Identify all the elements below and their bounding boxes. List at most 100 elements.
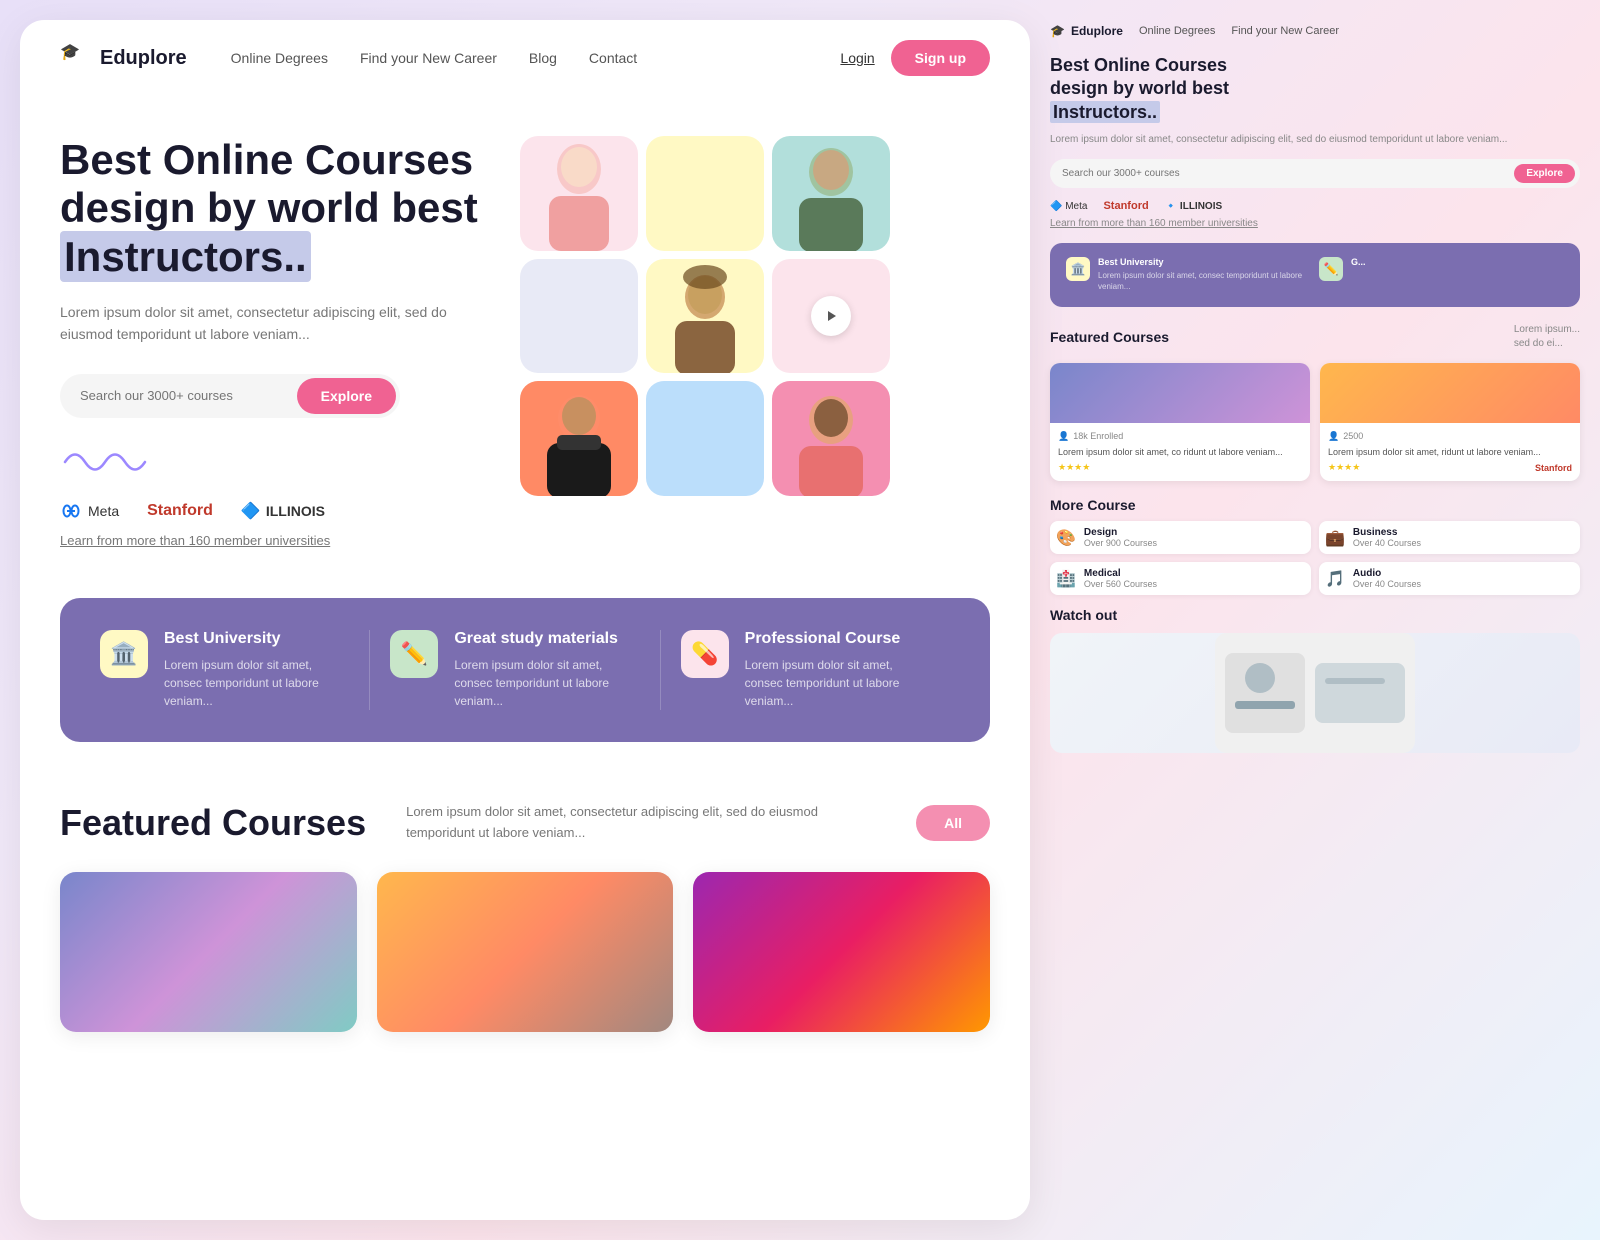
category-design[interactable]: 🎨 Design Over 900 Courses — [1050, 521, 1311, 554]
category-audio-text: Audio Over 40 Courses — [1353, 568, 1421, 589]
main-content: 🎓 Eduplore Online Degrees Find your New … — [20, 20, 1030, 1220]
sidebar-logo: 🎓 Eduplore — [1050, 24, 1123, 38]
signup-button[interactable]: Sign up — [891, 40, 990, 76]
nav-new-career[interactable]: Find your New Career — [360, 50, 497, 66]
sidebar-feature-study-icon: ✏️ — [1319, 257, 1343, 281]
nav-blog[interactable]: Blog — [529, 50, 557, 66]
category-business-text: Business Over 40 Courses — [1353, 527, 1421, 548]
sidebar-featured-desc: Lorem ipsum...sed do ei... — [1514, 323, 1580, 351]
feature-university-title: Best University — [164, 630, 349, 648]
search-input[interactable] — [80, 388, 297, 403]
wave-decoration — [60, 442, 480, 477]
featured-title: Featured Courses — [60, 802, 366, 844]
category-audio[interactable]: 🎵 Audio Over 40 Courses — [1319, 562, 1580, 595]
grid-cell-2 — [646, 136, 764, 251]
sidebar-featured-header: Featured Courses Lorem ipsum...sed do ei… — [1050, 323, 1580, 351]
feature-study-desc: Lorem ipsum dolor sit amet, consec tempo… — [454, 656, 639, 710]
watch-out-title: Watch out — [1050, 607, 1580, 623]
category-business[interactable]: 💼 Business Over 40 Courses — [1319, 521, 1580, 554]
feature-study: ✏️ Great study materials Lorem ipsum dol… — [370, 630, 660, 710]
category-business-name: Business — [1353, 527, 1421, 538]
sidebar-card-2-desc: Lorem ipsum dolor sit amet, ridunt ut la… — [1328, 446, 1572, 459]
nav-online-degrees[interactable]: Online Degrees — [231, 50, 328, 66]
hero-right — [520, 136, 890, 496]
category-business-count: Over 40 Courses — [1353, 538, 1421, 548]
feature-university-desc: Lorem ipsum dolor sit amet, consec tempo… — [164, 656, 349, 710]
sidebar-card-2-image — [1320, 363, 1580, 423]
feature-university: 🏛️ Best University Lorem ipsum dolor sit… — [100, 630, 370, 710]
sidebar-featured-title: Featured Courses — [1050, 329, 1169, 345]
sidebar-feature-study: ✏️ G... — [1319, 257, 1564, 292]
sidebar-search-input[interactable] — [1062, 168, 1514, 179]
sidebar-card-2-stars: ★★★★ — [1328, 462, 1360, 473]
sidebar-hero-desc: Lorem ipsum dolor sit amet, consectetur … — [1050, 132, 1580, 147]
feature-professional: 💊 Professional Course Lorem ipsum dolor … — [661, 630, 950, 710]
course-card-3-image — [693, 872, 990, 1032]
category-design-count: Over 900 Courses — [1084, 538, 1157, 548]
sidebar-feature-study-text: G... — [1351, 257, 1366, 270]
sidebar-nav-online-degrees: Online Degrees — [1139, 25, 1215, 37]
hero-title-line3: Instructors.. — [60, 231, 311, 282]
sidebar-header: 🎓 Eduplore Online Degrees Find your New … — [1050, 16, 1580, 54]
course-card-1[interactable] — [60, 872, 357, 1032]
grid-cell-8 — [646, 381, 764, 496]
sidebar-partner-link[interactable]: Learn from more than 160 member universi… — [1050, 218, 1580, 229]
sidebar-feature-university-icon: 🏛️ — [1066, 257, 1090, 281]
sidebar-search-bar: Explore — [1050, 159, 1580, 188]
category-audio-count: Over 40 Courses — [1353, 579, 1421, 589]
sidebar-hero: Best Online Courses design by world best… — [1050, 54, 1580, 229]
sidebar-feature-university: 🏛️ Best University Lorem ipsum dolor sit… — [1066, 257, 1311, 292]
featured-section: Featured Courses Lorem ipsum dolor sit a… — [20, 762, 1030, 1052]
explore-button[interactable]: Explore — [297, 378, 396, 414]
partner-link[interactable]: Learn from more than 160 member universi… — [60, 533, 480, 548]
course-cards-container — [60, 872, 990, 1032]
nav-contact[interactable]: Contact — [589, 50, 637, 66]
sidebar-feature-university-desc: Lorem ipsum dolor sit amet, consec tempo… — [1098, 270, 1311, 292]
course-card-2-image — [377, 872, 674, 1032]
sidebar-card-1-enrolled: 👤 18k Enrolled — [1058, 431, 1302, 442]
category-medical-icon: 🏥 — [1056, 569, 1076, 589]
partner-stanford: Stanford — [147, 502, 213, 520]
login-button[interactable]: Login — [840, 50, 874, 66]
grid-cell-9 — [772, 381, 890, 496]
sidebar-hero-title: Best Online Courses design by world best… — [1050, 54, 1580, 124]
sidebar-card-1-stars: ★★★★ — [1058, 462, 1090, 473]
grid-cell-6 — [772, 259, 890, 374]
sidebar-course-card-1[interactable]: 👤 18k Enrolled Lorem ipsum dolor sit ame… — [1050, 363, 1310, 482]
category-medical-text: Medical Over 560 Courses — [1084, 568, 1157, 589]
course-card-1-image — [60, 872, 357, 1032]
partner-illinois: 🔷 ILLINOIS — [241, 501, 325, 521]
hero-left: Best Online Courses design by world best… — [60, 136, 480, 548]
sidebar-preview: 🎓 Eduplore Online Degrees Find your New … — [1030, 0, 1600, 1240]
category-audio-name: Audio — [1353, 568, 1421, 579]
image-grid — [520, 136, 890, 496]
grid-cell-5 — [646, 259, 764, 374]
play-button[interactable] — [811, 296, 851, 336]
category-design-name: Design — [1084, 527, 1157, 538]
sidebar-feature-university-title: Best University — [1098, 257, 1311, 267]
sidebar-card-2-body: 👤 2500 Lorem ipsum dolor sit amet, ridun… — [1320, 423, 1580, 482]
category-audio-icon: 🎵 — [1325, 569, 1345, 589]
partners-row: Meta Stanford 🔷 ILLINOIS — [60, 501, 480, 521]
sidebar-course-card-2[interactable]: 👤 2500 Lorem ipsum dolor sit amet, ridun… — [1320, 363, 1580, 482]
sidebar-brand-name: Eduplore — [1071, 24, 1123, 38]
feature-university-icon: 🏛️ — [100, 630, 148, 678]
sidebar-feature-strip: 🏛️ Best University Lorem ipsum dolor sit… — [1050, 243, 1580, 306]
course-card-3[interactable] — [693, 872, 990, 1032]
all-button[interactable]: All — [916, 805, 990, 841]
nav-actions: Login Sign up — [840, 40, 990, 76]
hero-section: Best Online Courses design by world best… — [20, 96, 1030, 578]
grid-cell-7 — [520, 381, 638, 496]
sidebar-nav-links: Online Degrees Find your New Career — [1139, 25, 1339, 37]
sidebar-feature-university-text: Best University Lorem ipsum dolor sit am… — [1098, 257, 1311, 292]
course-card-2[interactable] — [377, 872, 674, 1032]
feature-university-text: Best University Lorem ipsum dolor sit am… — [164, 630, 349, 710]
sidebar-card-1-body: 👤 18k Enrolled Lorem ipsum dolor sit ame… — [1050, 423, 1310, 482]
category-design-text: Design Over 900 Courses — [1084, 527, 1157, 548]
sidebar-partner-stanford: Stanford — [1103, 200, 1148, 212]
sidebar-explore-button[interactable]: Explore — [1514, 164, 1575, 183]
featured-desc: Lorem ipsum dolor sit amet, consectetur … — [406, 802, 876, 844]
category-medical[interactable]: 🏥 Medical Over 560 Courses — [1050, 562, 1311, 595]
search-bar: Explore — [60, 374, 400, 418]
grid-cell-1 — [520, 136, 638, 251]
